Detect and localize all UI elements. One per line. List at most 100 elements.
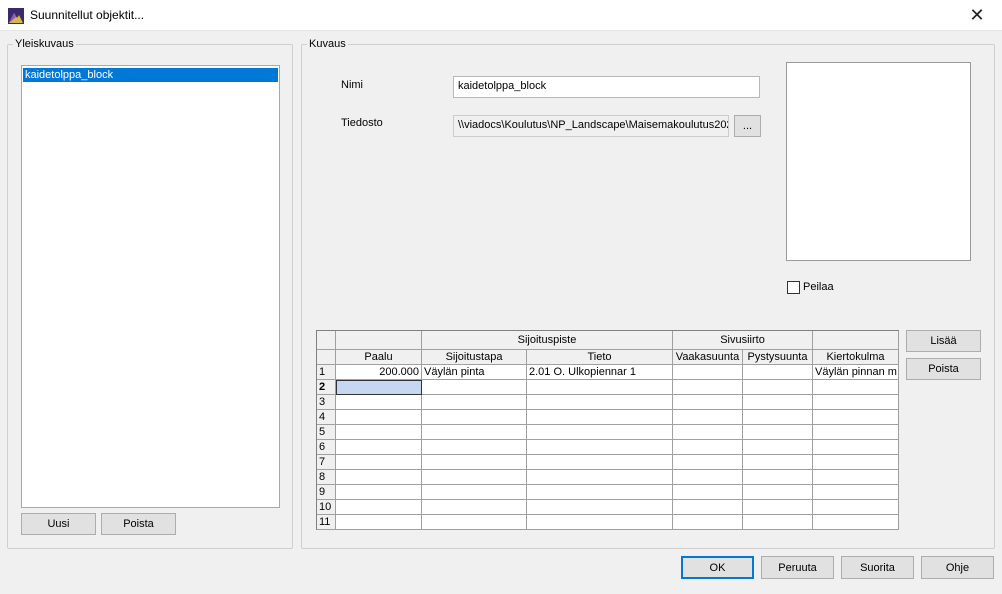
col-header-tieto[interactable]: Tieto: [527, 350, 673, 365]
grid-cell[interactable]: [422, 455, 527, 470]
grid-cell[interactable]: [422, 440, 527, 455]
name-input[interactable]: kaidetolppa_block: [453, 76, 760, 98]
grid-cell[interactable]: [673, 395, 743, 410]
grid-cell[interactable]: [527, 515, 673, 530]
grid-cell[interactable]: [673, 440, 743, 455]
browse-button[interactable]: ...: [734, 115, 761, 137]
grid-cell[interactable]: [527, 425, 673, 440]
col-header-pystysuunta[interactable]: Pystysuunta: [743, 350, 813, 365]
grid-cell[interactable]: [743, 395, 813, 410]
grid-cell[interactable]: [813, 500, 899, 515]
placement-grid[interactable]: Sijoituspiste Sivusiirto Paalu Sijoitust…: [316, 330, 899, 530]
grid-cell[interactable]: [813, 485, 899, 500]
grid-cell[interactable]: [673, 500, 743, 515]
grid-cell[interactable]: [422, 485, 527, 500]
row-header[interactable]: 9: [317, 485, 336, 500]
grid-cell[interactable]: [813, 470, 899, 485]
grid-cell[interactable]: [743, 485, 813, 500]
col-header-vaakasuunta[interactable]: Vaakasuunta: [673, 350, 743, 365]
grid-cell[interactable]: [673, 425, 743, 440]
row-header[interactable]: 7: [317, 455, 336, 470]
grid-cell[interactable]: [336, 500, 422, 515]
grid-cell[interactable]: [336, 455, 422, 470]
row-header[interactable]: 5: [317, 425, 336, 440]
grid-cell[interactable]: [743, 365, 813, 380]
grid-cell[interactable]: [673, 380, 743, 395]
grid-cell[interactable]: [527, 440, 673, 455]
grid-cell[interactable]: [422, 395, 527, 410]
delete-object-button[interactable]: Poista: [101, 513, 176, 535]
grid-cell[interactable]: Väylän pinta: [422, 365, 527, 380]
grid-cell[interactable]: [527, 470, 673, 485]
grid-cell[interactable]: [527, 485, 673, 500]
grid-cell[interactable]: Väylän pinnan m: [813, 365, 899, 380]
col-header-paalu[interactable]: Paalu: [336, 350, 422, 365]
col-header-kiertokulma[interactable]: Kiertokulma: [813, 350, 899, 365]
row-header[interactable]: 10: [317, 500, 336, 515]
grid-cell[interactable]: [422, 470, 527, 485]
grid-cell[interactable]: [743, 500, 813, 515]
file-path-field[interactable]: \\viadocs\Koulutus\NP_Landscape\Maisemak…: [453, 115, 729, 137]
grid-cell[interactable]: [743, 515, 813, 530]
ok-button[interactable]: OK: [681, 556, 754, 579]
grid-cell[interactable]: [813, 455, 899, 470]
grid-cell[interactable]: [336, 485, 422, 500]
grid-cell[interactable]: [336, 410, 422, 425]
grid-cell[interactable]: [422, 500, 527, 515]
remove-row-button[interactable]: Poista: [906, 358, 981, 380]
grid-cell[interactable]: [422, 425, 527, 440]
grid-cell[interactable]: [527, 380, 673, 395]
add-row-button[interactable]: Lisää: [906, 330, 981, 352]
grid-cell[interactable]: 200.000: [336, 365, 422, 380]
grid-cell[interactable]: [336, 440, 422, 455]
grid-cell[interactable]: [336, 425, 422, 440]
row-header[interactable]: 2: [317, 380, 336, 395]
grid-cell[interactable]: [527, 395, 673, 410]
grid-cell[interactable]: [673, 515, 743, 530]
mirror-checkbox[interactable]: [787, 281, 800, 294]
grid-cell[interactable]: [813, 515, 899, 530]
grid-cell[interactable]: [813, 395, 899, 410]
grid-cell[interactable]: [422, 410, 527, 425]
grid-cell[interactable]: [743, 410, 813, 425]
list-item[interactable]: kaidetolppa_block: [23, 68, 278, 82]
grid-cell[interactable]: [743, 380, 813, 395]
grid-cell[interactable]: [336, 515, 422, 530]
grid-cell[interactable]: [527, 500, 673, 515]
row-header[interactable]: 4: [317, 410, 336, 425]
row-header[interactable]: 1: [317, 365, 336, 380]
cancel-button[interactable]: Peruuta: [761, 556, 834, 579]
close-icon[interactable]: ✕: [966, 6, 988, 26]
grid-cell[interactable]: [743, 455, 813, 470]
grid-cell[interactable]: [673, 485, 743, 500]
grid-cell[interactable]: [743, 425, 813, 440]
grid-cell[interactable]: [673, 365, 743, 380]
grid-cell[interactable]: [673, 470, 743, 485]
row-header[interactable]: 11: [317, 515, 336, 530]
help-button[interactable]: Ohje: [921, 556, 994, 579]
row-header[interactable]: 8: [317, 470, 336, 485]
new-button[interactable]: Uusi: [21, 513, 96, 535]
description-legend: Kuvaus: [309, 38, 346, 50]
grid-cell[interactable]: [743, 440, 813, 455]
grid-cell[interactable]: [813, 425, 899, 440]
grid-cell[interactable]: [813, 440, 899, 455]
grid-cell[interactable]: [336, 380, 422, 395]
grid-cell[interactable]: [673, 455, 743, 470]
grid-cell[interactable]: [673, 410, 743, 425]
grid-cell[interactable]: [813, 380, 899, 395]
grid-cell[interactable]: 2.01 O. Ulkopiennar 1: [527, 365, 673, 380]
grid-cell[interactable]: [422, 380, 527, 395]
grid-cell[interactable]: [527, 455, 673, 470]
row-header[interactable]: 6: [317, 440, 336, 455]
grid-cell[interactable]: [743, 470, 813, 485]
col-header-sijoitustapa[interactable]: Sijoitustapa: [422, 350, 527, 365]
grid-cell[interactable]: [336, 470, 422, 485]
grid-cell[interactable]: [422, 515, 527, 530]
row-header[interactable]: 3: [317, 395, 336, 410]
grid-cell[interactable]: [813, 410, 899, 425]
grid-cell[interactable]: [527, 410, 673, 425]
execute-button[interactable]: Suorita: [841, 556, 914, 579]
object-list[interactable]: kaidetolppa_block: [21, 65, 280, 508]
grid-cell[interactable]: [336, 395, 422, 410]
